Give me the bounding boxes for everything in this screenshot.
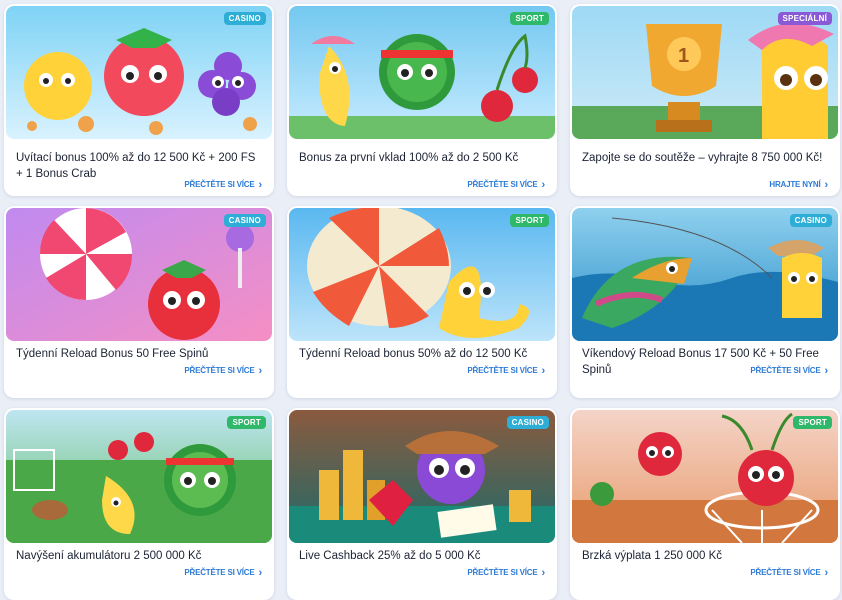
read-more-link[interactable]: Přečtěte si více › [467,364,546,377]
chevron-right-icon: › [258,566,263,579]
promo-card-first-deposit[interactable]: Sport Bonus za první vklad 100% až do 2 … [287,4,557,196]
read-more-label: Přečtěte si více [184,180,255,189]
chevron-right-icon: › [541,364,546,377]
badge-casino: Casino [223,12,266,25]
promo-title: Týdenní Reload Bonus 50 Free Spinů [16,348,209,360]
promotions-grid: Casino Uvítací bonus 100% až do 12 500 K… [4,4,840,600]
promo-image-sport-fruits: Sport [289,6,555,139]
chevron-right-icon: › [824,566,829,579]
read-more-label: Přečtěte si více [467,568,538,577]
badge-sport: Sport [510,12,549,25]
read-more-label: Přečtěte si více [750,366,821,375]
badge-sport: Sport [227,416,266,429]
read-more-label: Přečtěte si více [750,568,821,577]
chevron-right-icon: › [824,364,829,377]
promo-title: Brzká výplata 1 250 000 Kč [582,550,722,562]
promo-image-candy: Casino [6,208,272,341]
badge-casino: Casino [506,416,549,429]
promo-card-weekly-reload-sport[interactable]: Sport Týdenní Reload bonus 50% až do 12 … [287,206,557,398]
read-more-link[interactable]: Přečtěte si více › [184,364,263,377]
badge-casino: Casino [223,214,266,227]
read-more-label: Přečtěte si více [184,568,255,577]
promo-title: Bonus za první vklad 100% až do 2 500 Kč [299,152,519,164]
read-more-link[interactable]: Přečtěte si více › [467,178,546,191]
promo-image-basketball: Sport [572,410,838,543]
read-more-link[interactable]: Přečtěte si více › [467,566,546,579]
read-more-link[interactable]: Přečtěte si více › [184,566,263,579]
promo-title: Uvítací bonus 100% až do 12 500 Kč + 200… [16,152,256,180]
badge-special: Speciální [777,12,832,25]
promo-card-welcome-bonus[interactable]: Casino Uvítací bonus 100% až do 12 500 K… [4,4,274,196]
promo-image-fruits: Casino [6,6,272,139]
promo-card-tournament[interactable]: 1 Speciální Zapojte se do soutěže – vyhr… [570,4,840,196]
chevron-right-icon: › [824,178,829,191]
badge-sport: Sport [793,416,832,429]
promo-image-parachute: Sport [289,208,555,341]
badge-sport: Sport [510,214,549,227]
promo-image-fishing: Casino [572,208,838,341]
promo-card-weekly-reload-spins[interactable]: Casino Týdenní Reload Bonus 50 Free Spin… [4,206,274,398]
promo-image-football: Sport [6,410,272,543]
chevron-right-icon: › [258,178,263,191]
chevron-right-icon: › [541,178,546,191]
promo-image-trophy: 1 Speciální [572,6,838,139]
read-more-link[interactable]: Přečtěte si více › [750,364,829,377]
promo-image-coins: Casino [289,410,555,543]
play-now-link[interactable]: Hrajte nyní › [769,178,829,191]
promo-card-weekend-reload[interactable]: Casino Víkendový Reload Bonus 17 500 Kč … [570,206,840,398]
play-now-label: Hrajte nyní [769,180,821,189]
chevron-right-icon: › [258,364,263,377]
read-more-link[interactable]: Přečtěte si více › [750,566,829,579]
promo-card-early-payout[interactable]: Sport Brzká výplata 1 250 000 Kč Přečtět… [570,408,840,600]
read-more-label: Přečtěte si více [467,366,538,375]
promo-title: Zapojte se do soutěže – vyhrajte 8 750 0… [582,152,823,164]
read-more-label: Přečtěte si více [467,180,538,189]
read-more-link[interactable]: Přečtěte si více › [184,178,263,191]
read-more-label: Přečtěte si více [184,366,255,375]
badge-casino: Casino [789,214,832,227]
promo-title: Live Cashback 25% až do 5 000 Kč [299,550,481,562]
promo-title: Týdenní Reload bonus 50% až do 12 500 Kč [299,348,528,360]
promo-title: Navýšení akumulátoru 2 500 000 Kč [16,550,202,562]
promo-card-live-cashback[interactable]: Casino Live Cashback 25% až do 5 000 Kč … [287,408,557,600]
chevron-right-icon: › [541,566,546,579]
svg-text:1: 1 [678,45,689,67]
promo-card-accumulator-boost[interactable]: Sport Navýšení akumulátoru 2 500 000 Kč … [4,408,274,600]
